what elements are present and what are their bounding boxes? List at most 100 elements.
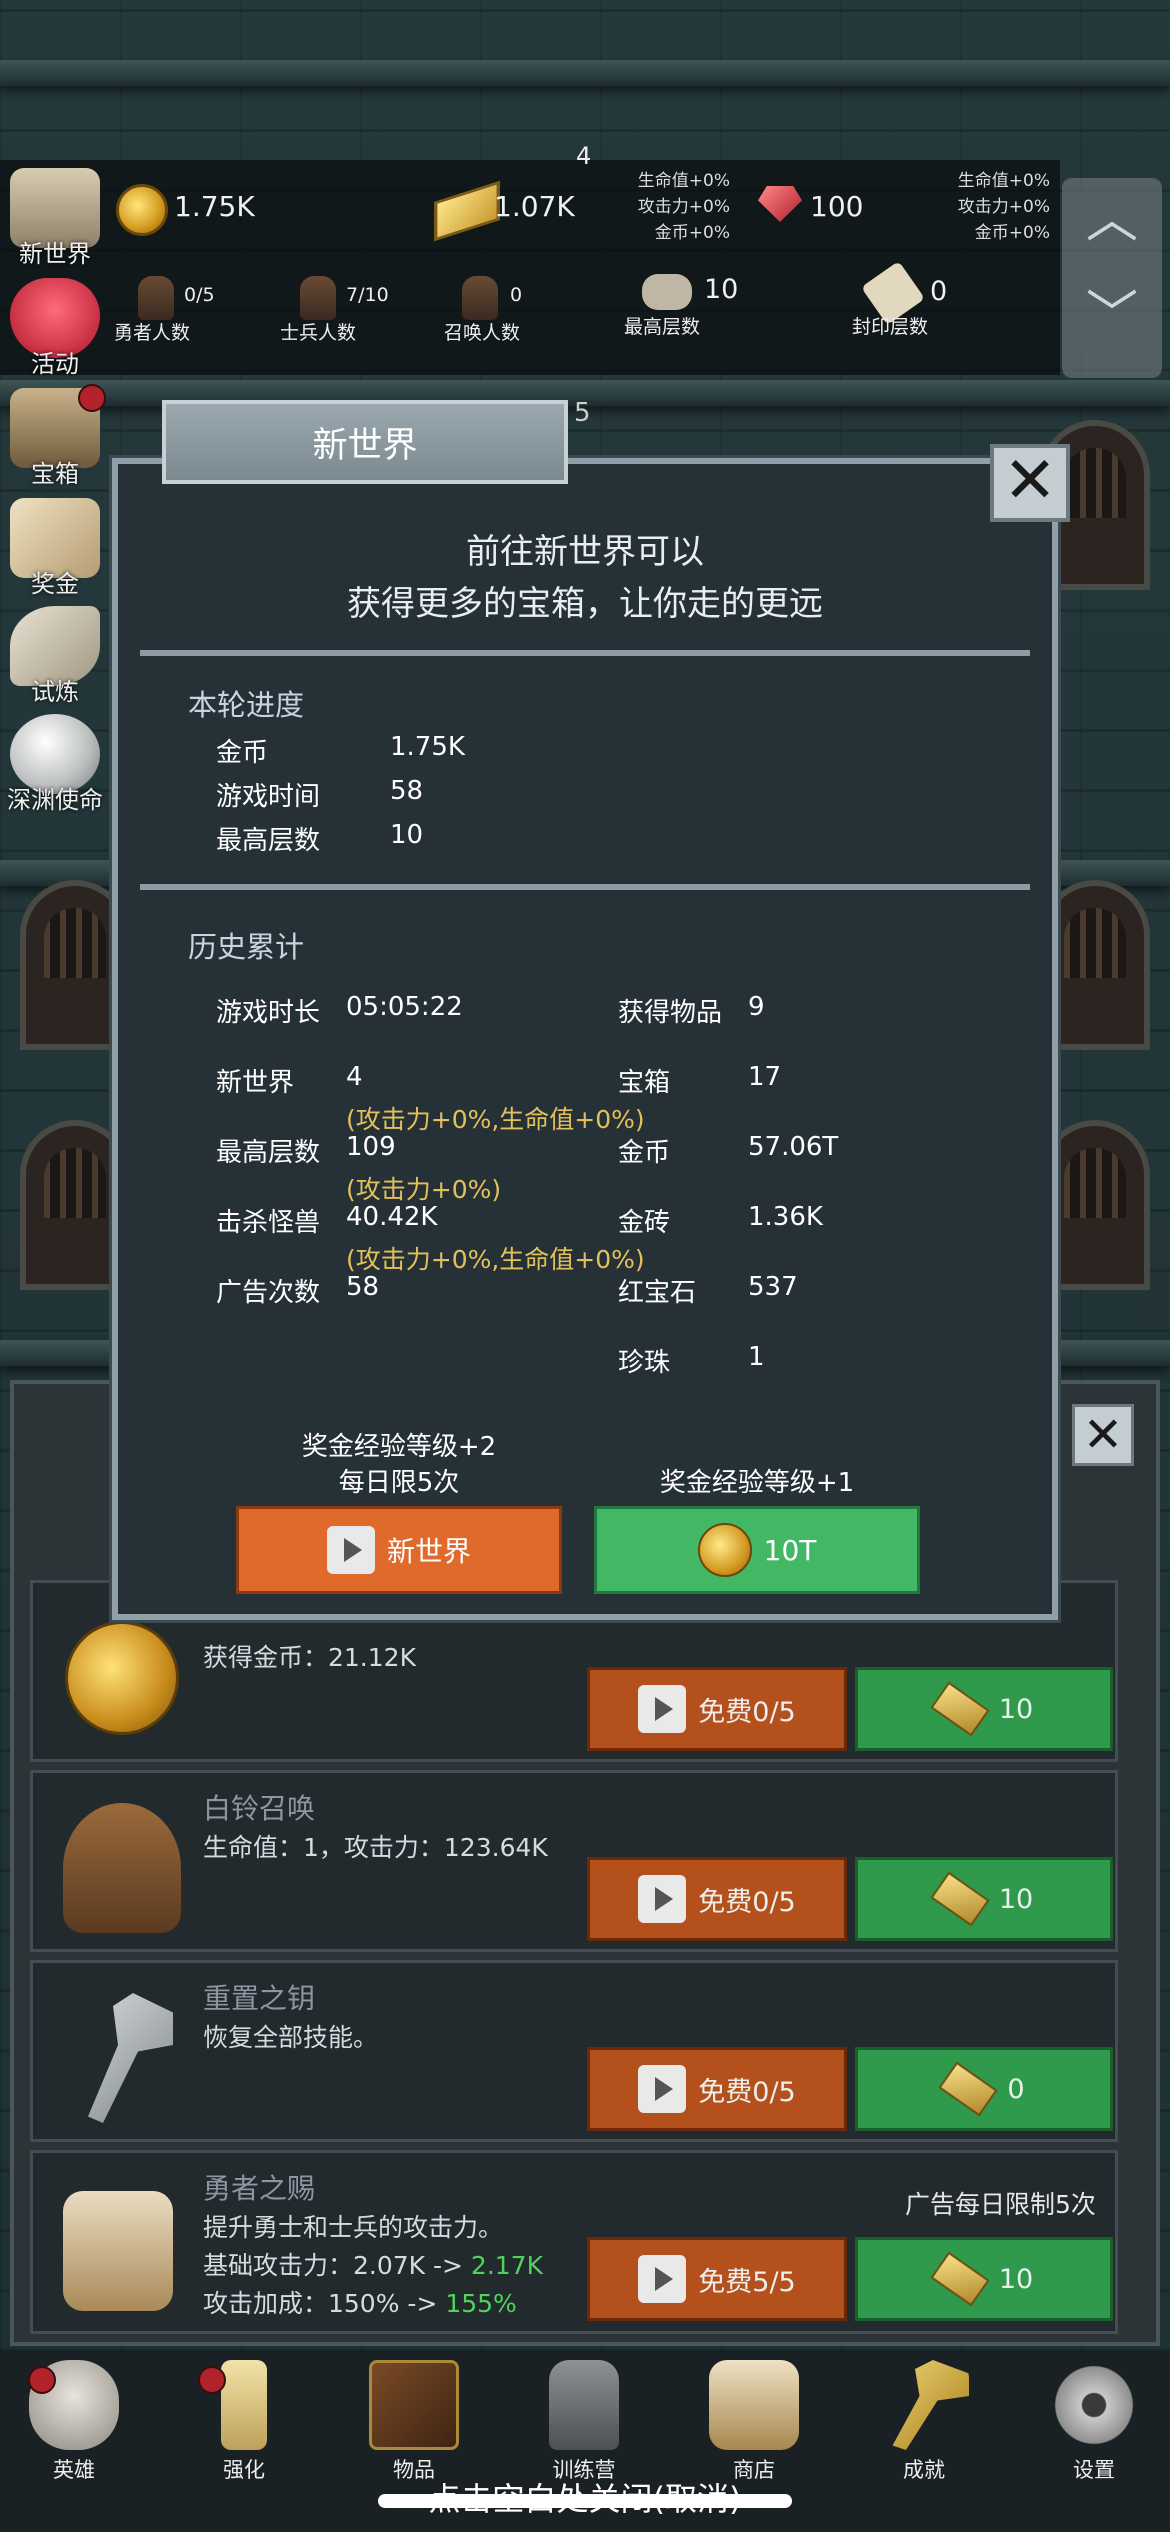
- dialog-close-icon[interactable]: ✕: [990, 444, 1070, 522]
- floor-marker: 5: [574, 398, 591, 428]
- history-label: 金砖: [618, 1208, 671, 1238]
- side-item-new-world[interactable]: 新世界: [0, 168, 110, 269]
- gold-buy-button[interactable]: 10: [855, 1857, 1113, 1941]
- home-indicator[interactable]: [378, 2494, 792, 2508]
- ruby-bonus-list: 生命值+0% 攻击力+0% 金币+0%: [957, 171, 1050, 243]
- divider: [140, 650, 1030, 656]
- book-icon: [369, 2360, 459, 2450]
- stone-icon: [642, 274, 692, 310]
- history-note: (攻击力+0%,生命值+0%): [346, 1105, 645, 1134]
- free-ad-button[interactable]: 免费0/5: [587, 1667, 847, 1751]
- key-icon: [892, 2360, 969, 2450]
- current-label: 游戏时间: [216, 782, 321, 812]
- gold-buy-button[interactable]: 0: [855, 2047, 1113, 2131]
- history-label: 宝箱: [618, 1068, 671, 1098]
- chest-notification-dot: [78, 384, 106, 412]
- atk-bonus-line: 攻击加成：150% -> 155%: [203, 2289, 517, 2318]
- gold-bar-icon: [938, 2061, 999, 2117]
- coin-count: 1.75K: [174, 190, 255, 223]
- mug-icon: [63, 2191, 173, 2311]
- mug-icon: [709, 2360, 799, 2450]
- current-label: 金币: [216, 738, 269, 768]
- history-label: 获得物品: [618, 998, 723, 1028]
- history-label: 击杀怪兽: [216, 1208, 321, 1238]
- shop-item-hero-gift: 勇者之赐 广告每日限制5次 提升勇士和士兵的攻击力。 基础攻击力：2.07K -…: [30, 2150, 1118, 2334]
- summon-count: 0: [510, 284, 523, 306]
- seal-floor-count: 0: [930, 276, 948, 307]
- nav-training[interactable]: 训练营: [524, 2360, 644, 2484]
- new-world-daily-limit: 每日限5次: [338, 1468, 460, 1498]
- nav-shop[interactable]: 商店: [694, 2360, 814, 2484]
- ad-limit-note: 广告每日限制5次: [905, 2190, 1096, 2219]
- side-item-abyss-mission[interactable]: 深渊使命: [0, 714, 110, 815]
- current-round-header: 本轮进度: [188, 688, 305, 722]
- floor-scroll-panel: ︿ ﹀: [1062, 178, 1162, 378]
- history-note: (攻击力+0%): [346, 1175, 502, 1204]
- item-desc: 恢复全部技能。: [203, 2023, 379, 2052]
- history-label: 最高层数: [216, 1138, 321, 1168]
- chevron-down-icon[interactable]: ﹀: [1084, 288, 1140, 344]
- gold-bar-icon: [930, 1871, 990, 1927]
- candle-icon: [221, 2360, 267, 2450]
- gear-icon: [1049, 2360, 1139, 2450]
- history-value: 58: [346, 1272, 380, 1302]
- dialog-title-tab: 新世界: [162, 400, 568, 484]
- shop-item-bell-summon: 白铃召唤 生命值：1，攻击力：123.64K 免费0/5 10: [30, 1770, 1118, 1952]
- soldier-count: 7/10: [346, 284, 389, 306]
- item-desc: 获得金币：21.12K: [203, 1643, 416, 1672]
- hero-unit-icon: [138, 276, 174, 320]
- item-title: 勇者之赐: [203, 2172, 316, 2205]
- free-ad-button[interactable]: 免费0/5: [587, 1857, 847, 1941]
- nav-items[interactable]: 物品: [354, 2360, 474, 2484]
- history-label: 游戏时长: [216, 998, 321, 1028]
- hero-count: 0/5: [184, 284, 215, 306]
- gold-bar-icon: [930, 1681, 990, 1737]
- item-desc: 提升勇士和士兵的攻击力。: [203, 2213, 504, 2242]
- ruby-count: 100: [810, 190, 864, 223]
- base-atk-line: 基础攻击力：2.07K -> 2.17K: [203, 2251, 543, 2280]
- current-value: 58: [390, 776, 424, 806]
- new-world-reward: 奖金经验等级+2: [301, 1432, 497, 1462]
- current-label: 最高层数: [216, 826, 321, 856]
- new-world-coin-button[interactable]: 10T: [594, 1506, 920, 1594]
- item-desc: 生命值：1，攻击力：123.64K: [203, 1833, 548, 1862]
- coin-reward: 奖金经验等级+1: [659, 1468, 855, 1498]
- video-play-icon: [326, 1526, 375, 1574]
- side-item-bonus[interactable]: 奖金: [0, 498, 110, 599]
- side-item-events[interactable]: 活动: [0, 278, 110, 379]
- heroes-notification-dot: [28, 2366, 56, 2394]
- shop-item-reset-key: 重置之钥 恢复全部技能。 免费0/5 0: [30, 1960, 1118, 2142]
- coin-icon: [116, 184, 168, 236]
- free-ad-button[interactable]: 免费5/5: [587, 2237, 847, 2321]
- side-item-trial[interactable]: 试炼: [0, 606, 110, 707]
- history-value: 1: [748, 1342, 765, 1372]
- divider: [140, 884, 1030, 890]
- item-title: 重置之钥: [203, 1982, 316, 2015]
- summon-count-label: 召唤人数: [444, 322, 521, 344]
- new-world-ad-button[interactable]: 新世界: [236, 1506, 562, 1594]
- upgrade-notification-dot: [198, 2366, 226, 2394]
- nav-achievements[interactable]: 成就: [864, 2360, 984, 2484]
- coin-icon: [697, 1523, 752, 1577]
- chevron-up-icon[interactable]: ︿: [1084, 192, 1140, 248]
- nav-settings[interactable]: 设置: [1034, 2360, 1154, 2484]
- hero-count-label: 勇者人数: [114, 322, 191, 344]
- history-note: (攻击力+0%,生命值+0%): [346, 1245, 645, 1274]
- history-label: 新世界: [216, 1068, 295, 1098]
- summon-unit-icon: [462, 276, 498, 320]
- big-coin-icon: [65, 1621, 179, 1735]
- shop-close-icon[interactable]: ✕: [1072, 1404, 1134, 1466]
- gold-buy-button[interactable]: 10: [855, 2237, 1113, 2321]
- history-value: 1.36K: [748, 1202, 823, 1232]
- floor-ledge: [0, 60, 1170, 86]
- history-label: 珍珠: [618, 1348, 671, 1378]
- gold-buy-button[interactable]: 10: [855, 1667, 1113, 1751]
- gold-count: 1.07K: [494, 190, 575, 223]
- history-value: 4: [346, 1062, 363, 1092]
- soldier-unit-icon: [300, 276, 336, 320]
- level-marker: 4: [576, 142, 592, 170]
- free-ad-button[interactable]: 免费0/5: [587, 2047, 847, 2131]
- history-header: 历史累计: [188, 930, 305, 964]
- soldier-count-label: 士兵人数: [280, 322, 357, 344]
- history-label: 广告次数: [216, 1278, 321, 1308]
